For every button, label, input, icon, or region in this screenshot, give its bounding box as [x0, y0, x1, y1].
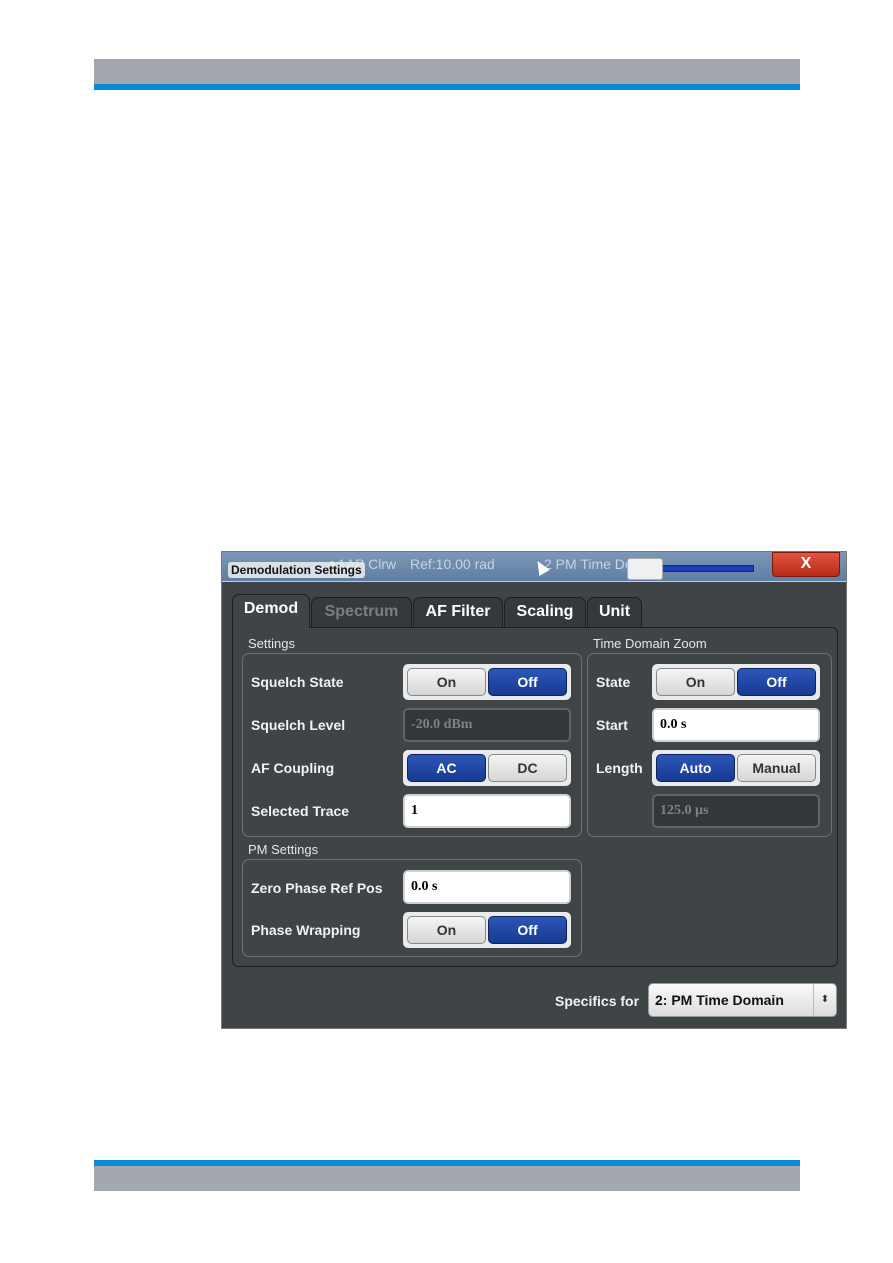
- page-footer-band: [94, 1166, 800, 1191]
- page-header-accent-line: [94, 84, 800, 90]
- af-coupling-dc-button[interactable]: DC: [488, 754, 567, 782]
- pm-settings-group: Zero Phase Ref Pos 0.0 s Phase Wrapping …: [242, 859, 582, 957]
- af-coupling-label: AF Coupling: [251, 760, 335, 776]
- demod-tab-panel: Settings Squelch State On Off Squelch Le…: [232, 627, 838, 967]
- specifics-for-value: 2: PM Time Domain: [655, 992, 784, 1008]
- zoom-start-input[interactable]: 0.0 s: [652, 708, 820, 742]
- zero-phase-ref-pos-input[interactable]: 0.0 s: [403, 870, 571, 904]
- squelch-state-toggle: On Off: [403, 664, 571, 700]
- close-icon: X: [800, 555, 812, 572]
- background-ref-label: Ref:10.00 rad: [410, 556, 495, 572]
- phase-wrapping-label: Phase Wrapping: [251, 922, 361, 938]
- selected-trace-label: Selected Trace: [251, 803, 350, 819]
- dialog-title: Demodulation Settings: [228, 562, 365, 578]
- squelch-level-label: Squelch Level: [251, 717, 346, 733]
- af-coupling-ac-button[interactable]: AC: [407, 754, 486, 782]
- squelch-state-off-button[interactable]: Off: [488, 668, 567, 696]
- zoom-length-auto-button[interactable]: Auto: [656, 754, 735, 782]
- phase-wrapping-toggle: On Off: [403, 912, 571, 948]
- zero-phase-ref-pos-label: Zero Phase Ref Pos: [251, 880, 383, 896]
- time-domain-zoom-group-label: Time Domain Zoom: [593, 636, 707, 651]
- grid-line: [222, 581, 846, 582]
- zoom-start-label: Start: [596, 717, 628, 733]
- zoom-state-label: State: [596, 674, 631, 690]
- af-coupling-toggle: AC DC: [403, 750, 571, 786]
- settings-group: Squelch State On Off Squelch Level -20.0…: [242, 653, 582, 837]
- zoom-state-on-button[interactable]: On: [656, 668, 735, 696]
- squelch-state-on-button[interactable]: On: [407, 668, 486, 696]
- squelch-level-field: -20.0 dBm: [403, 708, 571, 742]
- pm-settings-group-label: PM Settings: [248, 842, 319, 857]
- zoom-state-off-button[interactable]: Off: [737, 668, 816, 696]
- demodulation-settings-dialog: 1AP Clrw Ref:10.00 rad 2 PM Time Domain …: [221, 551, 847, 1029]
- settings-group-label: Settings: [248, 636, 295, 651]
- phase-wrapping-off-button[interactable]: Off: [488, 916, 567, 944]
- background-slider-track: [652, 565, 754, 572]
- page-header-band: [94, 59, 800, 84]
- tab-unit[interactable]: Unit: [587, 597, 642, 628]
- tab-scaling[interactable]: Scaling: [504, 597, 586, 628]
- squelch-state-label: Squelch State: [251, 674, 344, 690]
- tab-demod[interactable]: Demod: [232, 594, 310, 628]
- selected-trace-input[interactable]: 1: [403, 794, 571, 828]
- background-slider-thumb: [627, 558, 663, 580]
- zoom-length-toggle: Auto Manual: [652, 750, 820, 786]
- tab-af-filter[interactable]: AF Filter: [413, 597, 503, 628]
- time-domain-zoom-group: State On Off Start 0.0 s Length Auto Man…: [587, 653, 832, 837]
- specifics-for-label: Specifics for: [555, 993, 640, 1009]
- zoom-state-toggle: On Off: [652, 664, 820, 700]
- specifics-for-select[interactable]: 2: PM Time Domain ⬍: [648, 983, 837, 1017]
- phase-wrapping-on-button[interactable]: On: [407, 916, 486, 944]
- close-button[interactable]: X: [772, 552, 840, 577]
- tab-spectrum: Spectrum: [311, 597, 412, 628]
- zoom-length-manual-button[interactable]: Manual: [737, 754, 816, 782]
- zoom-length-label: Length: [596, 760, 643, 776]
- dialog-title-bar[interactable]: 1AP Clrw Ref:10.00 rad 2 PM Time Domain …: [222, 552, 846, 582]
- zoom-length-field: 125.0 µs: [652, 794, 820, 828]
- up-down-arrow-icon: ⬍: [813, 984, 836, 1016]
